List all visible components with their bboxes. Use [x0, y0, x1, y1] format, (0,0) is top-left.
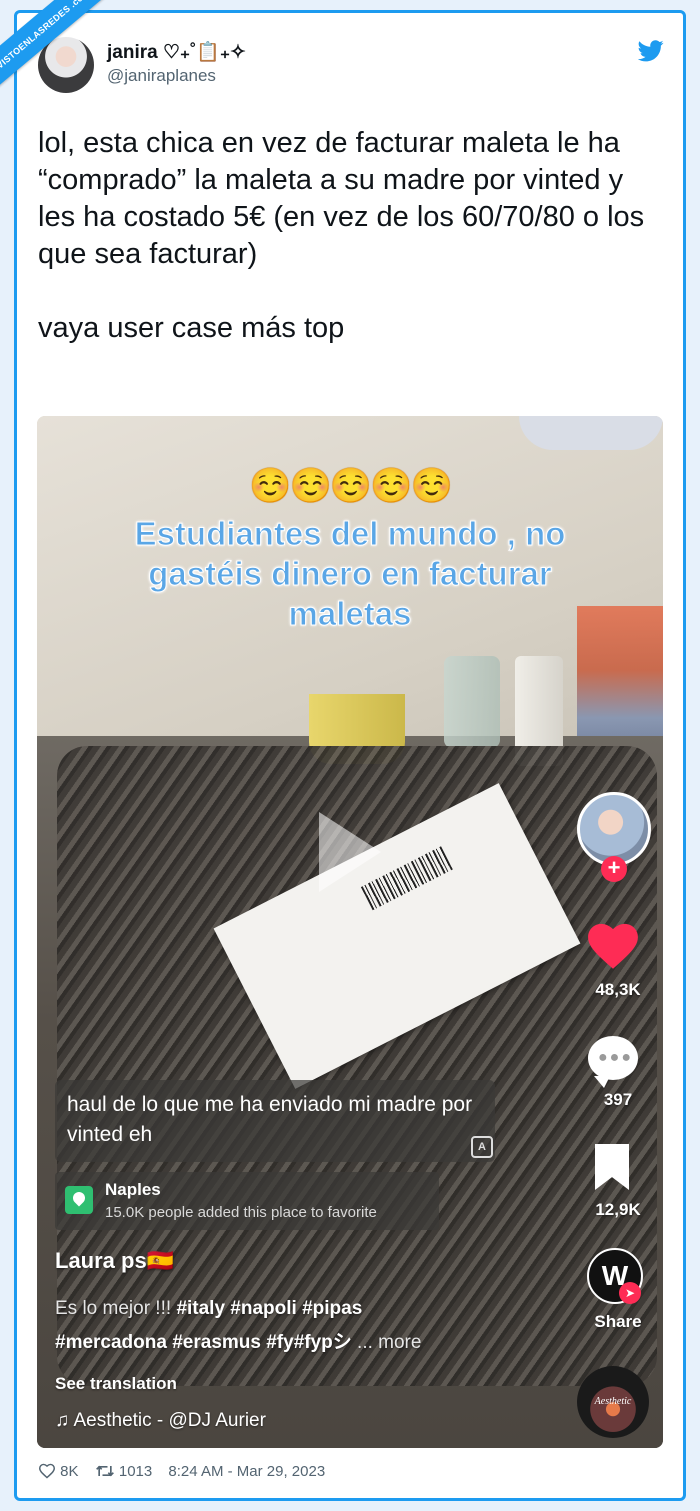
location-tag[interactable]: Naples 15.0K people added this place to … — [55, 1172, 439, 1230]
hashtags-line-2[interactable]: #mercadona #erasmus #fy#fypシ — [55, 1332, 352, 1353]
like-count: 8K — [60, 1462, 79, 1480]
music-track[interactable]: ♫ Aesthetic - @DJ Aurier — [55, 1410, 266, 1432]
location-name: Naples — [105, 1180, 161, 1199]
description-prefix: Es lo mejor !!! — [55, 1298, 172, 1319]
location-subtitle: 15.0K people added this place to favorit… — [105, 1204, 377, 1221]
likes-count: 48,3K — [595, 980, 641, 999]
overlay-emojis: ☺️☺️☺️☺️☺️ — [249, 467, 453, 505]
video-overlay-title: Estudiantes del mundo , no gastéis diner… — [134, 515, 566, 633]
lamp-shade — [519, 416, 663, 450]
retweet-icon[interactable] — [95, 1463, 115, 1479]
twitter-bird-icon[interactable] — [638, 40, 664, 62]
follow-plus-icon[interactable]: + — [601, 856, 627, 882]
tweet-stats: 8K 1013 8:24 AM - Mar 29, 2023 — [38, 1462, 325, 1480]
video-username[interactable]: Laura ps🇪🇸 — [55, 1248, 174, 1274]
share-arrow-icon[interactable]: ➤ — [619, 1282, 641, 1304]
tweet-text: lol, esta chica en vez de facturar malet… — [38, 127, 645, 344]
author-handle[interactable]: @janiraplanes — [107, 66, 216, 86]
see-translation-link[interactable]: See translation — [55, 1374, 177, 1394]
embedded-video[interactable]: ☺️☺️☺️☺️☺️ Estudiantes del mundo , no ga… — [37, 416, 663, 1448]
play-icon[interactable] — [319, 812, 381, 892]
auto-translate-icon[interactable]: A — [471, 1136, 493, 1158]
comment-dots: ●●● — [598, 1049, 633, 1066]
like-outline-icon[interactable] — [38, 1463, 56, 1479]
tweet-timestamp[interactable]: 8:24 AM - Mar 29, 2023 — [168, 1463, 325, 1480]
caption-text: haul de lo que me ha enviado mi madre po… — [67, 1093, 473, 1146]
location-pin-icon — [65, 1186, 93, 1214]
caption-box: haul de lo que me ha enviado mi madre po… — [55, 1080, 495, 1162]
music-disc-icon[interactable]: Aesthetic — [577, 1366, 649, 1438]
retweet-count: 1013 — [118, 1462, 153, 1480]
more-link[interactable]: ... more — [357, 1332, 421, 1353]
share-label[interactable]: Share — [573, 1312, 663, 1332]
comment-icon[interactable]: ●●● — [588, 1036, 638, 1088]
hashtags-line-1[interactable]: #italy #napoli #pipas — [176, 1298, 362, 1319]
saves-count: 12,9K — [595, 1200, 641, 1219]
author-name[interactable]: janira ♡₊˚📋₊✧ — [107, 40, 246, 64]
comments-count: 397 — [603, 1090, 633, 1109]
video-description: Es lo mejor !!! #italy #napoli #pipas #m… — [55, 1292, 535, 1360]
glass-bottle — [444, 656, 500, 748]
heart-icon[interactable] — [587, 922, 639, 970]
